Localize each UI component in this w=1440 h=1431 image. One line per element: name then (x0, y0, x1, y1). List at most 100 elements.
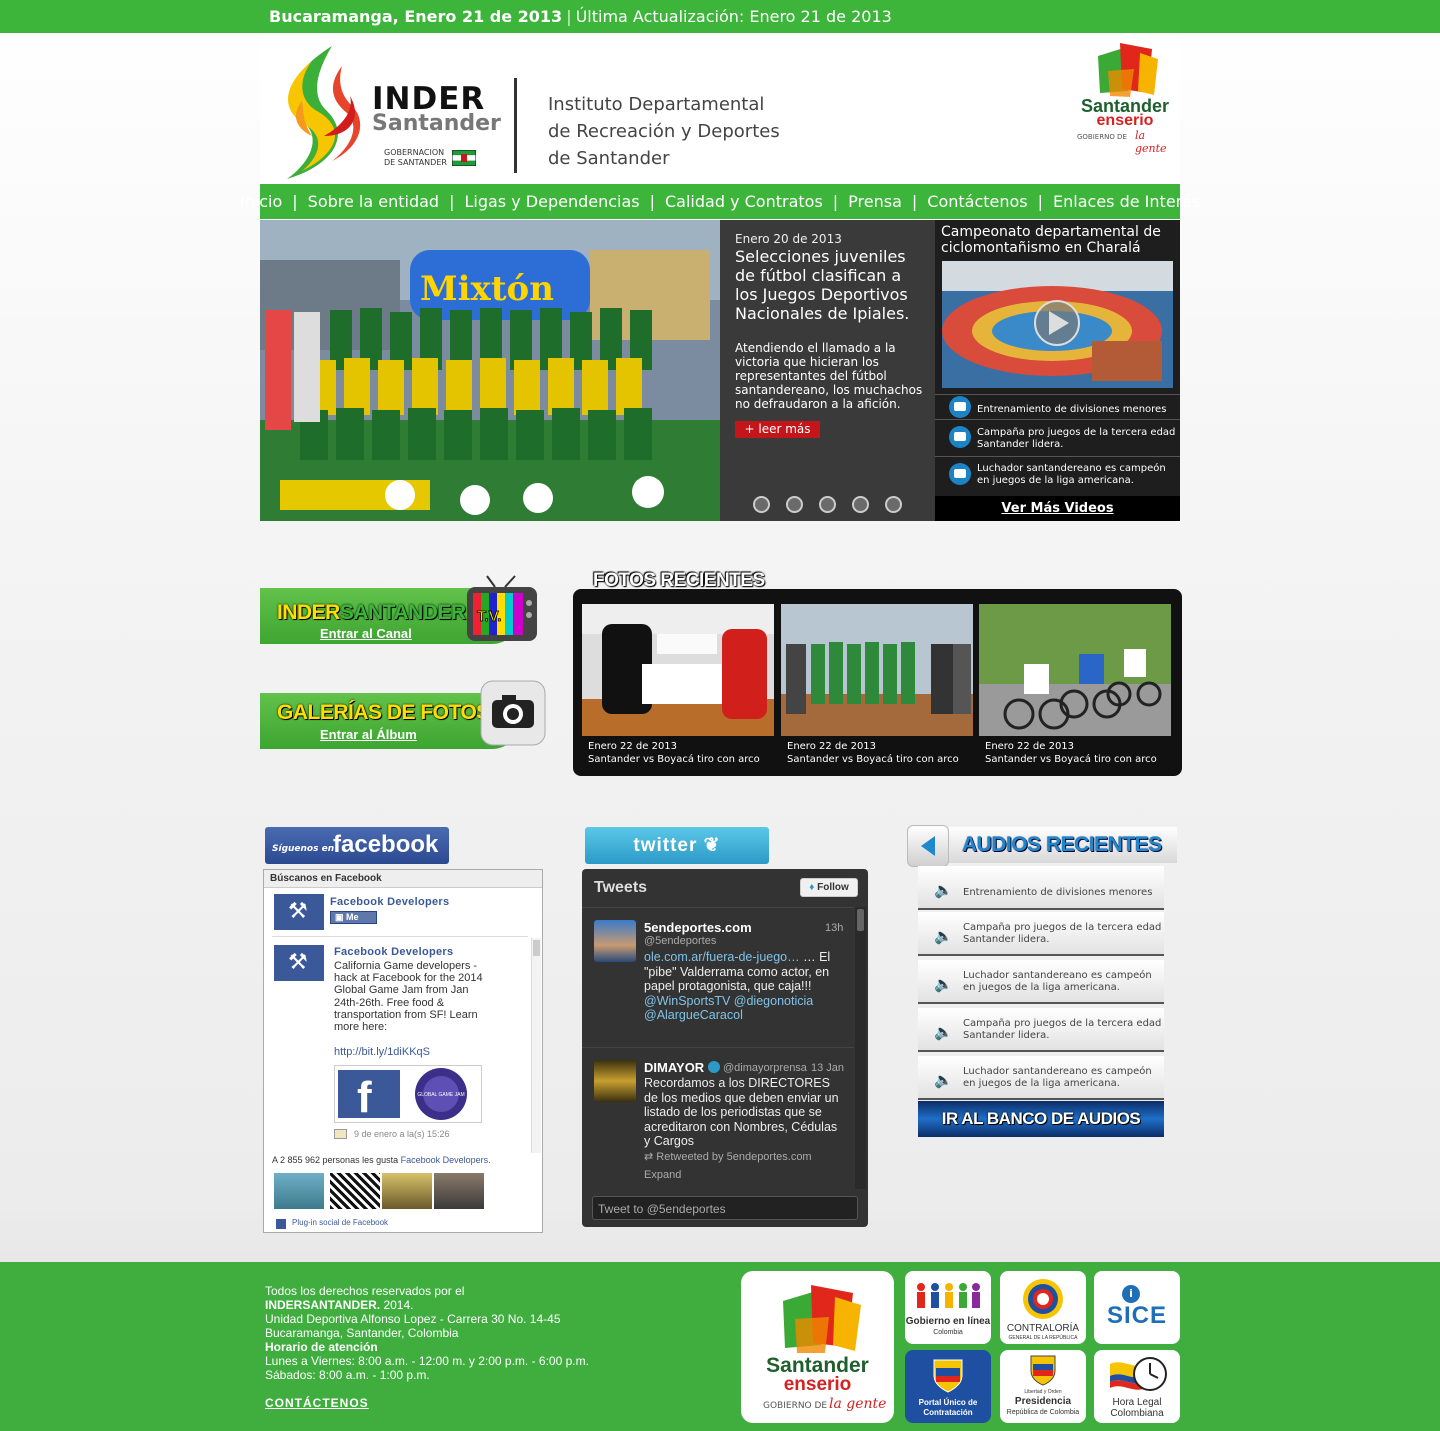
hora-legal-logo[interactable]: Hora Legal Colombiana (1094, 1350, 1180, 1423)
tweet-1[interactable]: 5endeportes.com @5endeportes 13h ole.com… (582, 907, 854, 1047)
facebook-like-button[interactable]: ▣ Me gusta (330, 911, 377, 933)
audio-item-2[interactable]: 🔈 Campaña pro juegos de la tercera edad … (918, 912, 1164, 956)
date-line: Bucaramanga, Enero 21 de 2013 | Última Act… (269, 7, 892, 26)
audio-item-3[interactable]: 🔈 Luchador santandereano es campeón en j… (918, 960, 1164, 1004)
tv-title: INDERSANTANDER (277, 601, 466, 625)
inder-flame-logo[interactable] (272, 41, 362, 181)
photo-2[interactable] (781, 604, 973, 736)
tweet-1-time[interactable]: 13h (825, 922, 843, 934)
fan-avatar-2[interactable] (330, 1173, 380, 1209)
tweet-1-avatar[interactable] (594, 920, 636, 962)
fan-avatar-3[interactable] (382, 1173, 432, 1209)
taekwondo-photo (582, 604, 774, 736)
facebook-plugin-credit[interactable]: Plug-in social de Facebook (292, 1218, 388, 1227)
tweet-2-avatar[interactable] (594, 1060, 636, 1102)
presidencia-logo[interactable]: Libertad y Orden Presidencia República d… (1000, 1350, 1086, 1423)
facebook-post-time[interactable]: 9 de enero a la(s) 15:26 (354, 1129, 450, 1139)
twitter-banner[interactable]: twitter ❦ (585, 827, 769, 864)
photo-gallery-button[interactable]: GALERÍAS DE FOTOS Entrar al Álbum (260, 680, 546, 749)
audio-speaker-icon: 🔈 (934, 881, 953, 899)
facebook-page-name[interactable]: Facebook Developers (330, 896, 449, 908)
video-item-2[interactable]: Campaña pro juegos de la tercera edad Sa… (935, 419, 1180, 455)
footer-santander-enserio-logo[interactable]: Santander enserio GOBIERNO DE la gente (741, 1271, 894, 1423)
video-camera-icon (949, 396, 971, 418)
fan-count-link[interactable]: Facebook Developers. (401, 1155, 491, 1165)
tweet-2[interactable]: DIMAYOR @dimayorprensa 13 Jan Recordamos… (582, 1047, 854, 1189)
featured-video-title[interactable]: Campeonato departamental de ciclomontañi… (941, 224, 1173, 256)
sice-logo[interactable]: i SICE (1094, 1271, 1180, 1344)
current-date: Bucaramanga, Enero 21 de 2013 (269, 7, 563, 26)
slider-dot-2[interactable] (786, 496, 803, 513)
twitter-follow-button[interactable]: ♦ Follow (800, 878, 858, 897)
footer-info: Todos los derechos reservados por el IND… (265, 1284, 589, 1382)
audio-item-4[interactable]: 🔈 Campaña pro juegos de la tercera edad … (918, 1008, 1164, 1052)
portal-contratacion-logo[interactable]: Portal Único de Contratación (905, 1350, 991, 1423)
facebook-page-avatar[interactable] (274, 894, 324, 930)
slider-dot-3[interactable] (819, 496, 836, 513)
audio-bank-button[interactable]: IR AL BANCO DE AUDIOS (918, 1101, 1164, 1137)
tweet-1-mentions[interactable]: @WinSportsTV @diegonoticia @AlargueCarac… (644, 994, 813, 1023)
top-bar: Bucaramanga, Enero 21 de 2013 | Última Act… (0, 0, 1440, 33)
gobierno-en-linea-sub: Colombia (933, 1329, 963, 1336)
video-item-1[interactable]: Entrenamiento de divisiones menores (935, 394, 1180, 418)
facebook-widget: Búscanos en Facebook Facebook Developers… (263, 869, 543, 1233)
slider-dot-1[interactable] (753, 496, 770, 513)
footer-contact-link[interactable]: CONTÁCTENOS (265, 1396, 369, 1410)
tv-channel-button[interactable]: INDERSANTANDER Entrar al Canal T.V. (260, 575, 545, 644)
photo-2-title[interactable]: Santander vs Boyacá tiro con arco (787, 753, 959, 766)
enter-album-link[interactable]: Entrar al Álbum (320, 727, 417, 742)
featured-video-thumbnail[interactable] (942, 261, 1173, 388)
retweet-label[interactable]: Retweeted by 5endeportes.com (656, 1151, 811, 1163)
photo-1[interactable] (582, 604, 774, 736)
tweet-2-retweet: ⇄ Retweeted by 5endeportes.com (644, 1150, 812, 1163)
tweet-2-handle[interactable]: @dimayorprensa (723, 1062, 807, 1074)
tweet-2-user[interactable]: DIMAYOR (644, 1060, 704, 1075)
nav-contactenos[interactable]: Contáctenos (917, 192, 1037, 211)
facebook-post-image[interactable]: f GLOBAL GAME JAM (334, 1065, 482, 1123)
fan-avatar-4[interactable] (434, 1173, 484, 1209)
facebook-banner[interactable]: Síguenos en facebook (265, 827, 449, 864)
contraloria-logo[interactable]: CONTRALORÍA GENERAL DE LA REPÚBLICA (1000, 1271, 1086, 1344)
footer-hours-weekdays: Lunes a Viernes: 8:00 a.m. - 12:00 m. y … (265, 1354, 589, 1368)
twitter-scrollbar[interactable] (855, 907, 866, 1189)
facebook-post-avatar[interactable] (274, 945, 324, 981)
nav-sobre-la-entidad[interactable]: Sobre la entidad (298, 192, 449, 211)
slider-photo[interactable]: Mixtón (260, 220, 720, 521)
enter-channel-link[interactable]: Entrar al Canal (320, 626, 412, 641)
santander-enserio-logo[interactable]: Santander enserio GOBIERNO DE la gente (1075, 41, 1175, 155)
site-footer: Todos los derechos reservados por el IND… (0, 1262, 1440, 1431)
video-item-3[interactable]: Luchador santandereano es campeón en jue… (935, 456, 1180, 492)
nav-ligas-dependencias[interactable]: Ligas y Dependencias (454, 192, 649, 211)
nav-inicio[interactable]: Inicio (230, 192, 292, 211)
read-more-button[interactable]: + leer más (735, 421, 820, 438)
facebook-post-author[interactable]: Facebook Developers (334, 946, 453, 958)
fan-avatar-1[interactable] (274, 1173, 324, 1209)
photo-3-title[interactable]: Santander vs Boyacá tiro con arco (985, 753, 1157, 766)
tweet-input[interactable]: Tweet to @5endeportes (592, 1196, 858, 1220)
news-headline[interactable]: Selecciones juveniles de fútbol clasific… (735, 247, 925, 323)
audio-item-5[interactable]: 🔈 Luchador santandereano es campeón en j… (918, 1056, 1164, 1100)
nav-prensa[interactable]: Prensa (838, 192, 912, 211)
thumbs-up-icon: ▣ (335, 912, 347, 922)
see-more-videos-link[interactable]: Ver Más Videos (935, 496, 1180, 521)
facebook-post-link[interactable]: http://bit.ly/1diKKqS (334, 1046, 430, 1058)
facebook-scrollbar[interactable] (531, 938, 541, 1153)
nav-enlaces-interes[interactable]: Enlaces de Interés (1043, 192, 1210, 211)
tweet-1-link[interactable]: ole.com.ar/fuera-de-juego… (644, 950, 800, 964)
nav-calidad-contratos[interactable]: Calidad y Contratos (655, 192, 833, 211)
tweet-2-expand[interactable]: Expand (644, 1169, 681, 1181)
facebook-post-body: California Game developers - hack at Fac… (334, 960, 483, 1034)
tweet-1-body: ole.com.ar/fuera-de-juego… … El "pibe" V… (644, 950, 844, 1023)
photo-3[interactable] (979, 604, 1171, 736)
gobierno-en-linea-logo[interactable]: Gobierno en línea Colombia (905, 1271, 991, 1344)
twitter-widget: Tweets ♦ Follow 5endeportes.com @5endepo… (582, 869, 868, 1227)
tweet-1-handle[interactable]: @5endeportes (644, 935, 716, 947)
photo-1-title[interactable]: Santander vs Boyacá tiro con arco (588, 753, 760, 766)
slider-dot-5[interactable] (885, 496, 902, 513)
slider-dot-4[interactable] (852, 496, 869, 513)
tweet-2-time[interactable]: 13 Jan (811, 1062, 844, 1074)
tweet-1-user[interactable]: 5endeportes.com (644, 920, 752, 935)
video-item-3-title: Luchador santandereano es campeón en jue… (977, 463, 1166, 486)
audio-item-1[interactable]: 🔈 Entrenamiento de divisiones menores (918, 866, 1164, 910)
audio-speaker-icon: 🔈 (934, 927, 953, 945)
